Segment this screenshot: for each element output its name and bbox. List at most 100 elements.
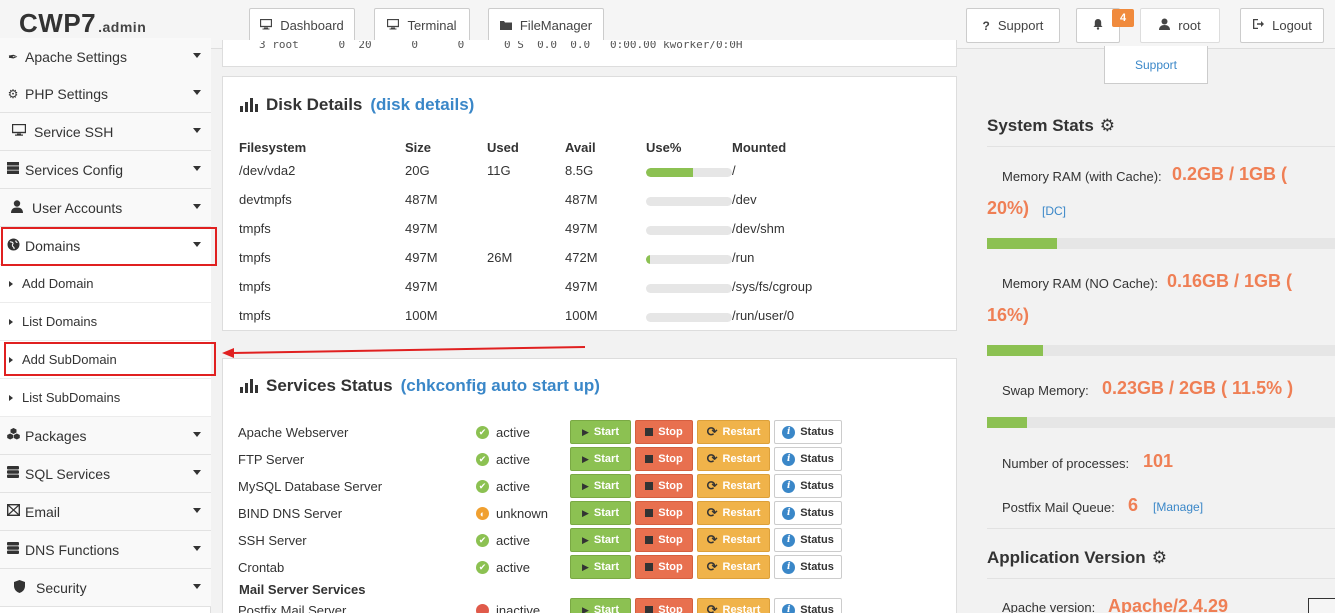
monitor-icon	[387, 18, 400, 33]
service-status-button[interactable]: i Status	[774, 501, 842, 525]
logo[interactable]: CWP7 .admin	[19, 8, 146, 39]
disk-cell-mounted: /dev	[732, 192, 757, 207]
service-stop-button[interactable]: Stop	[635, 555, 693, 579]
caret-down-icon	[193, 53, 201, 58]
service-stop-button[interactable]: Stop	[635, 474, 693, 498]
service-stop-button[interactable]: Stop	[635, 528, 693, 552]
sidebar-subitem-label: Add SubDomain	[22, 352, 117, 367]
swap-bar-fill	[987, 417, 1028, 428]
envelope-icon	[6, 503, 20, 519]
check-circle-icon: ✔	[476, 453, 489, 466]
service-stop-button[interactable]: Stop	[635, 501, 693, 525]
drop-cache-link[interactable]: [DC]	[1042, 204, 1066, 218]
sidebar-item-apache-settings[interactable]: ✒ Apache Settings	[0, 38, 211, 76]
manage-queue-link[interactable]: [Manage]	[1153, 500, 1203, 514]
disk-details-link[interactable]: (disk details)	[370, 95, 474, 115]
service-start-button[interactable]: ▶ Start	[570, 474, 631, 498]
dashboard-button[interactable]: Dashboard	[249, 8, 355, 43]
sidebar-item-services-config[interactable]: Services Config	[0, 151, 211, 189]
gear-icon: ⚙	[7, 86, 19, 101]
sidebar-item-label: Security	[36, 579, 87, 596]
sidebar-item-php-settings[interactable]: ⚙ PHP Settings	[0, 75, 211, 113]
service-state-text: active	[496, 560, 530, 575]
disk-cell-mounted: /dev/shm	[732, 221, 785, 236]
sidebar-item-sql-services[interactable]: SQL Services	[0, 455, 211, 493]
sidebar-subitem-list-subdomains[interactable]: List SubDomains	[0, 379, 211, 417]
button-label: Stop	[658, 534, 683, 546]
memory-cache-value: 0.2GB / 1GB (	[1172, 164, 1288, 184]
disk-cell-avail: 497M	[565, 279, 598, 294]
notification-count-badge: 4	[1112, 9, 1134, 27]
refresh-icon: ⟳	[706, 505, 718, 520]
service-status-button[interactable]: i Status	[774, 420, 842, 444]
play-icon: ▶	[582, 507, 589, 518]
sidebar-item-service-ssh[interactable]: Service SSH	[0, 113, 211, 151]
service-status-button[interactable]: i Status	[774, 528, 842, 552]
service-status-button[interactable]: i Status	[774, 555, 842, 579]
refresh-icon: ⟳	[706, 478, 718, 493]
monitor-icon	[11, 123, 27, 139]
sidebar-subitem-add-domain[interactable]: Add Domain	[0, 265, 211, 303]
gear-icon[interactable]: ⚙	[1152, 548, 1167, 568]
stop-icon	[645, 482, 654, 490]
terminal-button[interactable]: Terminal	[374, 8, 470, 43]
sidebar-item-packages[interactable]: Packages	[0, 417, 211, 455]
sidebar-subitem-add-subdomain[interactable]: Add SubDomain	[0, 341, 211, 379]
chkconfig-link[interactable]: (chkconfig auto start up)	[401, 376, 600, 395]
disk-cell-avail: 100M	[565, 308, 598, 323]
filemanager-button[interactable]: FileManager	[488, 8, 604, 43]
dns-icon	[6, 542, 20, 557]
divider	[987, 578, 1335, 579]
service-start-button[interactable]: ▶ Start	[570, 501, 631, 525]
service-stop-button[interactable]: Stop	[635, 420, 693, 444]
disk-col-header: Use%	[646, 140, 682, 155]
service-restart-button[interactable]: ⟳ Restart	[697, 528, 770, 552]
gear-icon[interactable]: ⚙	[1100, 116, 1115, 136]
support-button[interactable]: ? Support	[966, 8, 1060, 43]
service-stop-button[interactable]: Stop	[635, 447, 693, 471]
logout-icon	[1252, 18, 1265, 33]
service-restart-button[interactable]: ⟳ Restart	[697, 420, 770, 444]
service-start-button[interactable]: ▶ Start	[570, 555, 631, 579]
scroll-top-button[interactable]	[1308, 598, 1335, 613]
button-label: Status	[800, 561, 834, 573]
play-icon: ▶	[582, 426, 589, 437]
play-icon: ▶	[582, 561, 589, 572]
disk-col-header: Mounted	[732, 140, 787, 155]
sidebar-item-email[interactable]: Email	[0, 493, 211, 531]
stop-icon	[645, 563, 654, 571]
disk-usage-bar	[646, 284, 732, 293]
disk-cell-size: 497M	[405, 250, 438, 265]
sidebar-item-domains[interactable]: Domains	[0, 227, 211, 265]
service-restart-button[interactable]: ⟳ Restart	[697, 555, 770, 579]
sidebar-item-user-accounts[interactable]: User Accounts	[0, 189, 211, 227]
service-restart-button[interactable]: ⟳ Restart	[697, 447, 770, 471]
service-start-button[interactable]: ▶ Start	[570, 528, 631, 552]
service-start-button[interactable]: ▶ Start	[570, 598, 631, 613]
service-restart-button[interactable]: ⟳ Restart	[697, 501, 770, 525]
user-icon	[10, 199, 24, 216]
sidebar-subitem-list-domains[interactable]: List Domains	[0, 303, 211, 341]
memory-nocache-value: 0.16GB / 1GB (	[1167, 271, 1293, 291]
service-start-button[interactable]: ▶ Start	[570, 447, 631, 471]
service-restart-button[interactable]: ⟳ Restart	[697, 474, 770, 498]
support-dropdown-item[interactable]: Support	[1104, 46, 1208, 84]
service-name: Apache Webserver	[238, 425, 349, 440]
service-start-button[interactable]: ▶ Start	[570, 420, 631, 444]
disk-details-title: Disk Details (disk details)	[240, 95, 474, 115]
service-stop-button[interactable]: Stop	[635, 598, 693, 613]
service-status-button[interactable]: i Status	[774, 474, 842, 498]
service-status-button[interactable]: i Status	[774, 598, 842, 613]
button-label: Restart	[722, 426, 761, 438]
caret-right-icon	[9, 394, 13, 401]
sidebar-item-dns-functions[interactable]: DNS Functions	[0, 531, 211, 569]
service-restart-button[interactable]: ⟳ Restart	[697, 598, 770, 613]
button-label: Restart	[722, 561, 761, 573]
logout-button[interactable]: Logout	[1240, 8, 1324, 43]
user-menu-button[interactable]: root	[1140, 8, 1220, 43]
sidebar-item-security[interactable]: Security	[0, 569, 211, 607]
mail-queue-value: 6	[1128, 495, 1139, 515]
service-status-button[interactable]: i Status	[774, 447, 842, 471]
disk-cell-mounted: /run	[732, 250, 755, 265]
button-label: Start	[593, 507, 619, 519]
